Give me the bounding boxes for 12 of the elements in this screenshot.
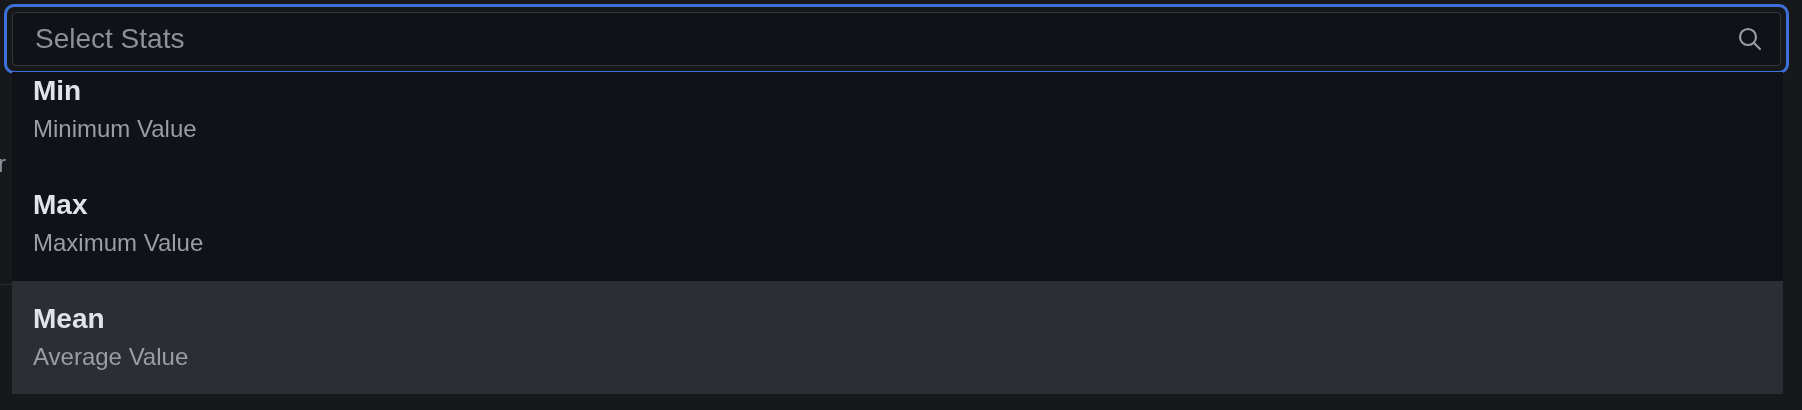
search-icon bbox=[1737, 26, 1763, 52]
option-label: Mean bbox=[33, 303, 105, 335]
option-description: Minimum Value bbox=[33, 115, 197, 143]
option-description: Average Value bbox=[33, 343, 189, 371]
dropdown-option[interactable]: Min Minimum Value bbox=[12, 72, 1783, 167]
dropdown-option[interactable]: Mean Average Value bbox=[12, 281, 1783, 394]
option-description: Maximum Value bbox=[33, 229, 204, 257]
option-label: Min bbox=[33, 75, 82, 107]
select-field[interactable]: Select Stats bbox=[12, 12, 1781, 66]
option-label: Max bbox=[33, 189, 88, 221]
dropdown-option[interactable]: Max Maximum Value bbox=[12, 167, 1783, 281]
background-text: r bbox=[0, 150, 6, 178]
